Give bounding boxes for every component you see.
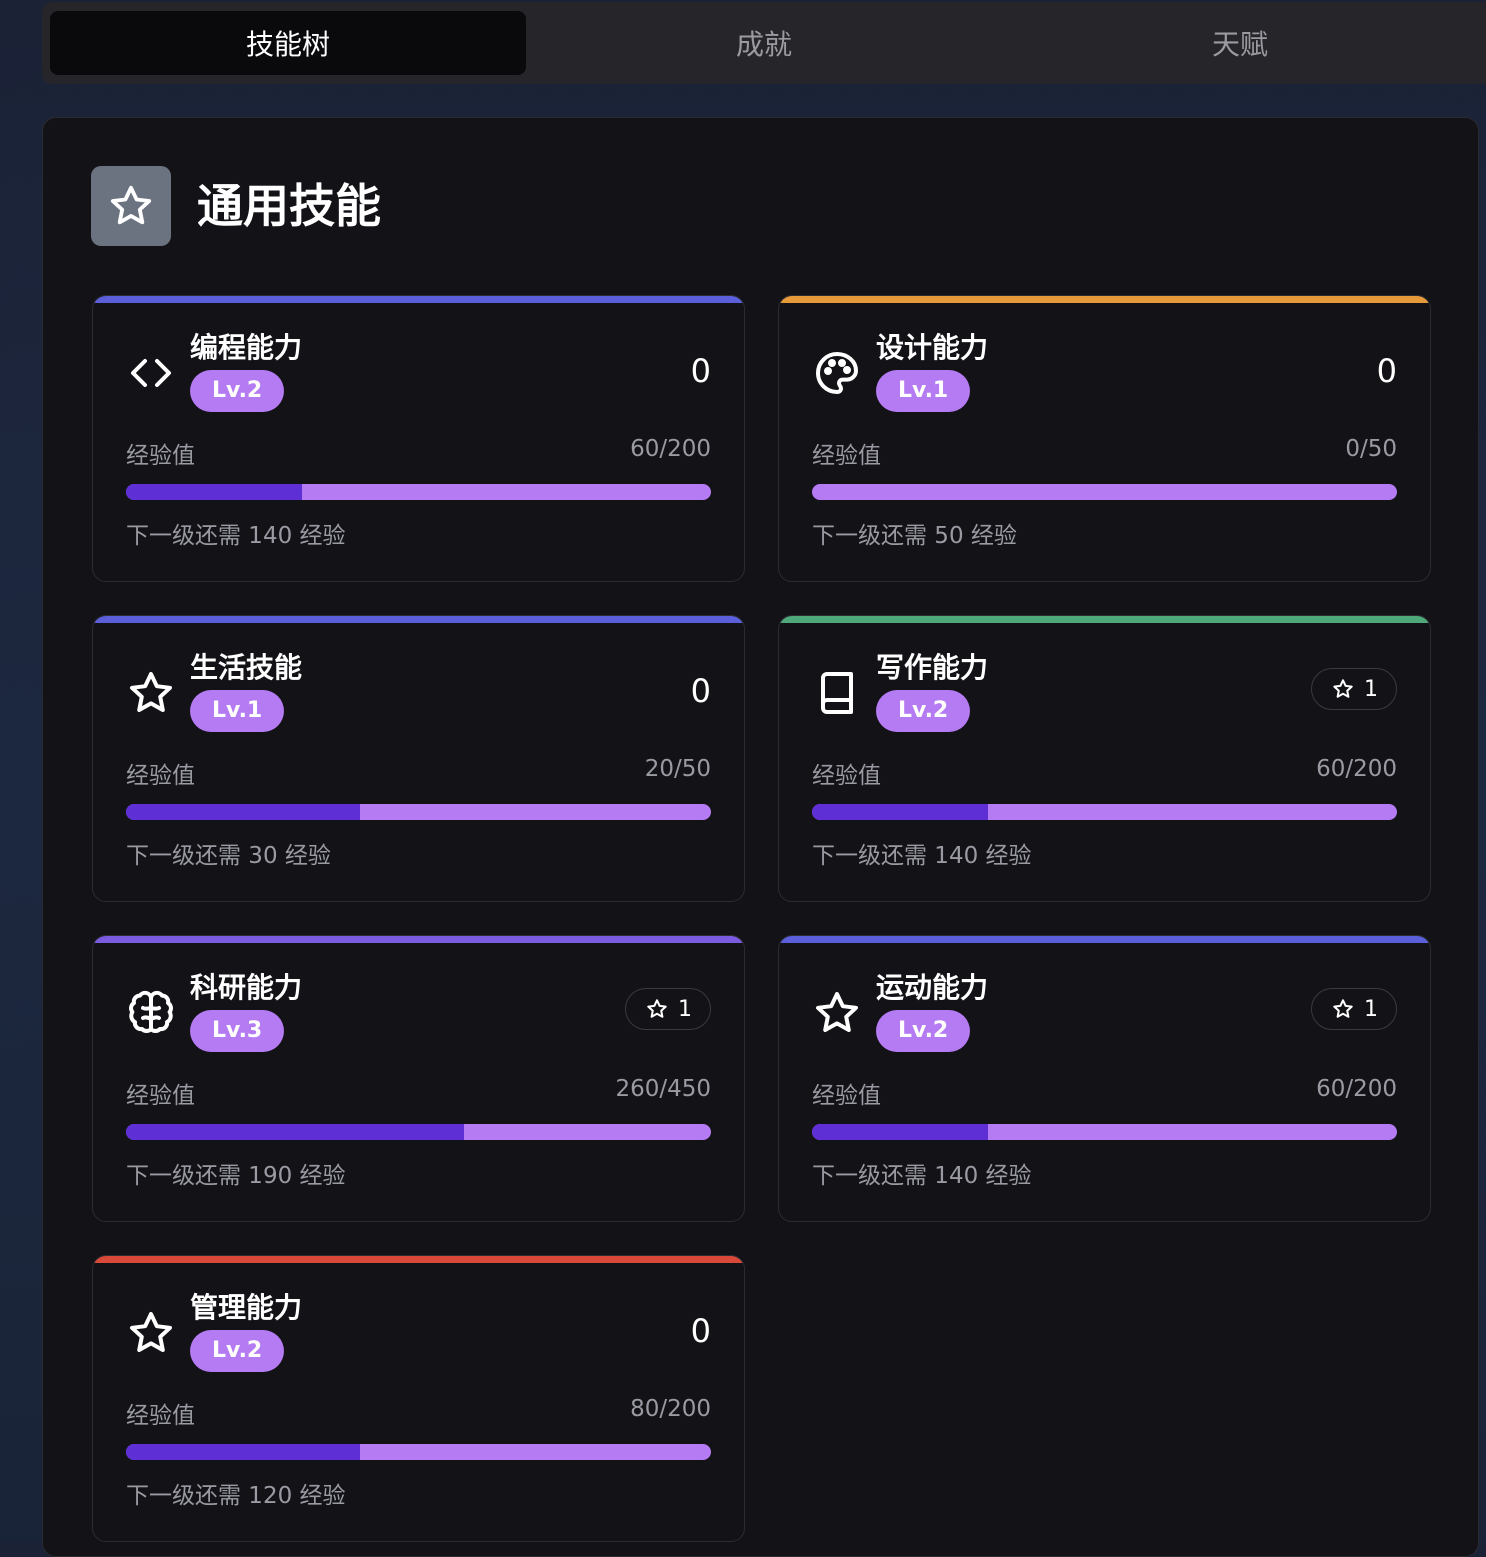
skill-name: 生活技能 bbox=[190, 651, 303, 684]
exp-progress-fill bbox=[812, 1124, 988, 1140]
star-icon bbox=[1332, 998, 1354, 1020]
next-level-hint: 下一级还需 140 经验 bbox=[126, 523, 346, 549]
exp-progress-fill bbox=[126, 804, 360, 820]
next-level-hint: 下一级还需 30 经验 bbox=[126, 843, 331, 869]
exp-progress-fill bbox=[126, 484, 302, 500]
skill-points-value: 0 bbox=[690, 672, 711, 710]
next-level-hint: 下一级还需 190 经验 bbox=[126, 1163, 346, 1189]
skill-card[interactable]: 运动能力 Lv.2 1 经验值 60/200 下一级还需 140 经验 bbox=[778, 935, 1431, 1222]
exp-label: 经验值 bbox=[812, 1083, 881, 1109]
skill-points-badge[interactable]: 1 bbox=[625, 988, 711, 1030]
skill-points-badge[interactable]: 1 bbox=[1311, 668, 1397, 710]
tab-talents[interactable]: 天赋 bbox=[1002, 11, 1478, 75]
skill-accent-bar bbox=[779, 296, 1430, 303]
exp-label: 经验值 bbox=[126, 1083, 195, 1109]
skill-accent-bar bbox=[779, 936, 1430, 943]
exp-value: 60/200 bbox=[1316, 1076, 1397, 1102]
star-icon bbox=[91, 166, 171, 246]
skill-points-value: 1 bbox=[1364, 996, 1378, 1022]
skill-points-value: 1 bbox=[678, 996, 692, 1022]
skill-card[interactable]: 管理能力 Lv.2 0 经验值 80/200 下一级还需 120 经验 bbox=[92, 1255, 745, 1542]
exp-value: 60/200 bbox=[1316, 756, 1397, 782]
skill-accent-bar bbox=[93, 616, 744, 623]
star-icon bbox=[812, 988, 862, 1038]
skill-card[interactable]: 编程能力 Lv.2 0 经验值 60/200 下一级还需 140 经验 bbox=[92, 295, 745, 582]
exp-value: 20/50 bbox=[644, 756, 711, 782]
next-level-hint: 下一级还需 140 经验 bbox=[812, 1163, 1032, 1189]
skill-level-badge: Lv.2 bbox=[876, 1010, 971, 1052]
exp-label: 经验值 bbox=[812, 443, 881, 469]
tab-skill-tree[interactable]: 技能树 bbox=[50, 11, 526, 75]
skill-name: 运动能力 bbox=[876, 971, 989, 1004]
next-level-hint: 下一级还需 140 经验 bbox=[812, 843, 1032, 869]
skill-name: 管理能力 bbox=[190, 1291, 303, 1324]
exp-progress-fill bbox=[126, 1124, 465, 1140]
exp-value: 60/200 bbox=[630, 436, 711, 462]
skill-card[interactable]: 生活技能 Lv.1 0 经验值 20/50 下一级还需 30 经验 bbox=[92, 615, 745, 902]
exp-label: 经验值 bbox=[126, 1403, 195, 1429]
exp-label: 经验值 bbox=[126, 443, 195, 469]
star-icon bbox=[646, 998, 668, 1020]
code-icon bbox=[126, 348, 176, 398]
star-icon bbox=[126, 668, 176, 718]
skill-points-value: 0 bbox=[690, 352, 711, 390]
skill-accent-bar bbox=[93, 296, 744, 303]
skill-level-badge: Lv.3 bbox=[190, 1010, 285, 1052]
tab-bar: 技能树 成就 天赋 bbox=[42, 2, 1486, 84]
skill-level-badge: Lv.1 bbox=[876, 370, 971, 412]
skill-level-badge: Lv.2 bbox=[190, 1330, 285, 1372]
skill-accent-bar bbox=[779, 616, 1430, 623]
skill-card[interactable]: 设计能力 Lv.1 0 经验值 0/50 下一级还需 50 经验 bbox=[778, 295, 1431, 582]
skill-level-badge: Lv.1 bbox=[190, 690, 285, 732]
exp-progress-bar bbox=[812, 804, 1397, 820]
star-icon bbox=[1332, 678, 1354, 700]
skill-accent-bar bbox=[93, 1256, 744, 1263]
next-level-hint: 下一级还需 120 经验 bbox=[126, 1483, 346, 1509]
skill-card[interactable]: 写作能力 Lv.2 1 经验值 60/200 下一级还需 140 经验 bbox=[778, 615, 1431, 902]
skill-level-badge: Lv.2 bbox=[190, 370, 285, 412]
exp-progress-bar bbox=[126, 1124, 711, 1140]
skill-name: 编程能力 bbox=[190, 331, 303, 364]
skill-name: 设计能力 bbox=[876, 331, 989, 364]
exp-progress-fill bbox=[812, 804, 988, 820]
exp-progress-bar bbox=[812, 1124, 1397, 1140]
skill-name: 科研能力 bbox=[190, 971, 303, 1004]
skill-points-badge[interactable]: 1 bbox=[1311, 988, 1397, 1030]
skill-card[interactable]: 科研能力 Lv.3 1 经验值 260/450 下一级还需 190 经验 bbox=[92, 935, 745, 1222]
exp-progress-bar bbox=[126, 804, 711, 820]
exp-value: 260/450 bbox=[615, 1076, 711, 1102]
exp-progress-bar bbox=[812, 484, 1397, 500]
book-icon bbox=[812, 668, 862, 718]
brain-icon bbox=[126, 988, 176, 1038]
exp-label: 经验值 bbox=[812, 763, 881, 789]
skill-points-value: 1 bbox=[1364, 676, 1378, 702]
exp-progress-bar bbox=[126, 1444, 711, 1460]
exp-value: 80/200 bbox=[630, 1396, 711, 1422]
category-title: 通用技能 bbox=[197, 179, 381, 233]
exp-progress-fill bbox=[126, 1444, 360, 1460]
exp-progress-bar bbox=[126, 484, 711, 500]
next-level-hint: 下一级还需 50 经验 bbox=[812, 523, 1017, 549]
exp-label: 经验值 bbox=[126, 763, 195, 789]
exp-value: 0/50 bbox=[1345, 436, 1397, 462]
skill-name: 写作能力 bbox=[876, 651, 989, 684]
star-icon bbox=[126, 1308, 176, 1358]
skill-level-badge: Lv.2 bbox=[876, 690, 971, 732]
skill-category-panel: 通用技能 编程能力 Lv.2 0 经验值 60/200 下一级还需 140 经验… bbox=[42, 117, 1479, 1557]
tab-achievements[interactable]: 成就 bbox=[526, 11, 1002, 75]
palette-icon bbox=[812, 348, 862, 398]
skill-points-value: 0 bbox=[1376, 352, 1397, 390]
skill-points-value: 0 bbox=[690, 1312, 711, 1350]
skill-accent-bar bbox=[93, 936, 744, 943]
